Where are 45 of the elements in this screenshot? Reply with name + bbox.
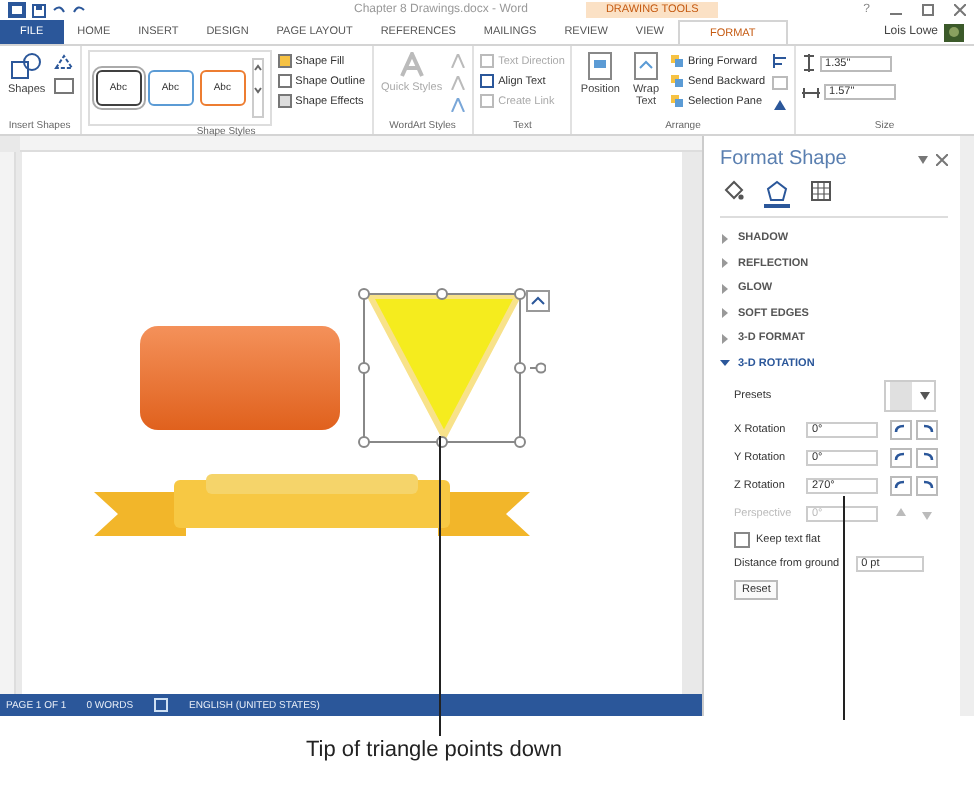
expander-icon: [720, 358, 730, 369]
height-icon: [801, 54, 816, 72]
undo-icon[interactable]: [52, 3, 66, 17]
pentagon-icon: [766, 180, 788, 202]
proofing-icon[interactable]: [153, 698, 170, 712]
rotation-handle-icon[interactable]: [530, 362, 546, 374]
pane-tab[interactable]: [764, 178, 790, 208]
maximize-icon[interactable]: [922, 4, 934, 16]
wrap-text-icon: [634, 52, 658, 80]
expander-icon: [720, 258, 730, 269]
rotate-right-icon[interactable]: [916, 448, 938, 468]
text-box-icon[interactable]: [53, 78, 74, 94]
save-icon[interactable]: [32, 3, 46, 17]
layout-options-icon[interactable]: [526, 290, 550, 312]
position-icon: [588, 52, 613, 80]
layout-grid-icon: [810, 180, 832, 202]
expander-icon: [720, 308, 730, 319]
rotate-right-icon[interactable]: [916, 420, 938, 440]
expander-icon: [720, 233, 730, 244]
redo-icon[interactable]: [72, 3, 86, 17]
triangle-shape[interactable]: [358, 288, 530, 452]
close-icon[interactable]: [954, 4, 966, 16]
checkbox[interactable]: [734, 532, 750, 548]
edit-shape-icon[interactable]: [53, 54, 74, 70]
rotate-icon[interactable]: [771, 98, 788, 112]
width-icon: [801, 85, 820, 99]
expander-icon: [720, 283, 730, 294]
letter-a-icon: [397, 52, 426, 78]
presets-dropdown[interactable]: [884, 380, 936, 412]
expander-icon: [720, 333, 730, 344]
gallery-scroll-icon[interactable]: [251, 58, 264, 118]
rounded-rectangle-shape[interactable]: [138, 324, 342, 432]
paint-bucket-icon: [722, 180, 744, 202]
pane-title: Format Shape: [720, 148, 847, 170]
pane-options-icon[interactable]: [918, 155, 928, 163]
caption: Tip of triangle points down: [306, 738, 562, 762]
rotate-right-icon[interactable]: [916, 476, 938, 496]
rotate-left-icon[interactable]: [890, 420, 912, 440]
caret-icon: [920, 392, 930, 400]
align-icon[interactable]: [771, 54, 788, 68]
rotate-left-icon[interactable]: [890, 476, 912, 496]
rotate-left-icon[interactable]: [890, 448, 912, 468]
shapes-icon: [10, 52, 43, 80]
close-icon[interactable]: [936, 153, 948, 165]
avatar-icon[interactable]: [944, 23, 964, 41]
